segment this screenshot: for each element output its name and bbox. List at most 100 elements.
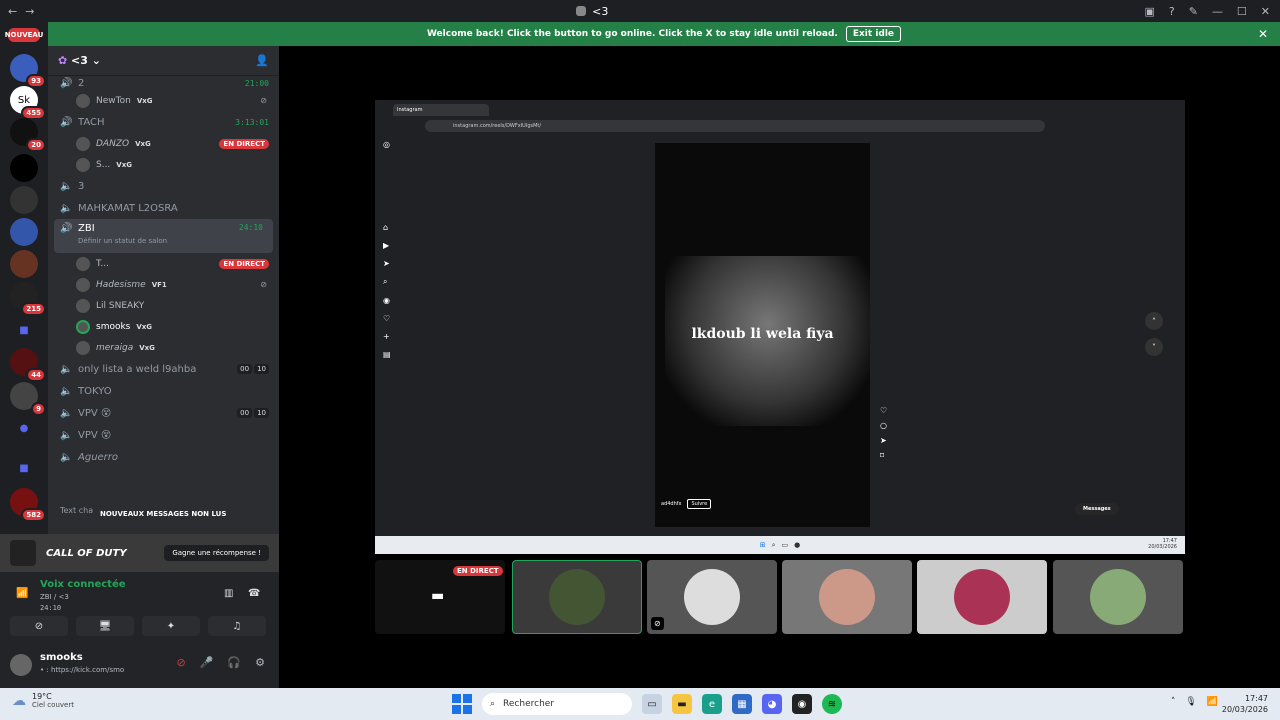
shared-screen[interactable]: Instagram instagram.com/reels/DWFxIUIgsM… xyxy=(375,100,1185,554)
voice-channel-vpv[interactable]: 🔈 VPV 😵 00 10 xyxy=(48,402,279,424)
server-icon[interactable] xyxy=(10,154,38,182)
discord-icon[interactable]: ◕ xyxy=(762,694,782,714)
server-icon[interactable]: 20 xyxy=(10,118,46,152)
back-icon[interactable]: ← xyxy=(8,5,17,18)
guild-header[interactable]: ✿ <3 ⌄ 👤 xyxy=(48,46,279,76)
voice-member[interactable]: NewTon VxG ⊘ xyxy=(48,90,279,111)
voice-connected-label[interactable]: Voix connectée xyxy=(40,579,126,590)
voice-channel-mahkamat[interactable]: 🔈 MAHKAMAT L2OSRA xyxy=(48,197,279,219)
voice-channel-vpv-2[interactable]: 🔈 VPV 😵 xyxy=(48,424,279,446)
text-channels-category[interactable]: Text cha xyxy=(60,506,93,515)
participant-tile-screen[interactable]: ▬ EN DIRECT xyxy=(375,560,505,634)
voice-channel-2[interactable]: 🔊 2 21:00 xyxy=(48,76,279,90)
browser-address-bar: instagram.com/reels/DWFxIUIgsMt/ xyxy=(425,120,1045,132)
member-tag: VxG xyxy=(116,160,132,169)
mute-off-icon[interactable]: ⊘ xyxy=(177,656,186,669)
voice-member[interactable]: Hadesisme VF1 ⊘ xyxy=(48,274,279,295)
voice-channel-only-lista[interactable]: 🔈 only lista a weld l9ahba 00 10 xyxy=(48,358,279,380)
chevron-up-icon: ˄ xyxy=(1145,312,1163,330)
participant-tile[interactable] xyxy=(917,560,1047,634)
help-icon[interactable]: ? xyxy=(1169,5,1175,18)
server-icon[interactable]: ● xyxy=(10,414,38,442)
voice-channel-3[interactable]: 🔈 3 xyxy=(48,175,279,197)
participant-tile[interactable] xyxy=(512,560,642,634)
server-icon[interactable]: 44 xyxy=(10,348,46,382)
headphones-icon[interactable]: 🎧 xyxy=(227,656,241,669)
activities-icon[interactable]: ✦ xyxy=(142,616,200,636)
voice-channel-aguerro[interactable]: 🔈 Aguerro xyxy=(48,446,279,468)
unread-badge: 215 xyxy=(21,302,46,316)
voice-channel-tach[interactable]: 🔊 TACH 3:13:01 xyxy=(48,111,279,133)
minimize-button[interactable]: — xyxy=(1212,5,1223,18)
server-icon[interactable]: 9 xyxy=(10,382,46,416)
signal-icon: 📶 xyxy=(16,588,29,599)
add-member-icon[interactable]: 👤 xyxy=(255,54,269,67)
speaker-icon: 🔊 xyxy=(60,116,73,128)
wifi-icon[interactable]: 📶 xyxy=(1207,697,1218,707)
reward-button[interactable]: Gagne une récompense ! xyxy=(164,545,269,561)
server-icon[interactable] xyxy=(10,186,38,214)
username[interactable]: smooks xyxy=(40,652,83,663)
reel-caption: lkdoub li wela fiya xyxy=(691,326,834,342)
channel-status[interactable]: Définir un statut de salon xyxy=(78,237,167,245)
exit-idle-button[interactable]: Exit idle xyxy=(845,26,902,42)
browser-tab: Instagram xyxy=(393,104,489,116)
maximize-button[interactable]: ☐ xyxy=(1237,5,1247,18)
participant-tile[interactable]: ⊘ xyxy=(647,560,777,634)
edge-icon[interactable]: e xyxy=(702,694,722,714)
soundboard-icon[interactable]: ♫ xyxy=(208,616,266,636)
participant-tile[interactable] xyxy=(782,560,912,634)
voice-member[interactable]: DANZO VxG EN DIRECT xyxy=(48,133,279,154)
taskbar-clock[interactable]: 17:47 20/03/2026 xyxy=(1222,693,1268,715)
spotify-icon[interactable]: ≋ xyxy=(822,694,842,714)
chrome-icon[interactable]: ◉ xyxy=(792,694,812,714)
avatar[interactable] xyxy=(10,654,32,676)
new-messages-pill[interactable]: NOUVEAUX MESSAGES NON LUS xyxy=(92,508,235,520)
heart-icon: ♡ xyxy=(383,314,391,323)
close-button[interactable]: ✕ xyxy=(1261,5,1270,18)
promo-banner[interactable]: CALL OF DUTY Gagne une récompense ! xyxy=(0,534,279,572)
server-icon[interactable] xyxy=(10,250,38,278)
disconnect-icon[interactable]: ☎ xyxy=(248,588,260,599)
voice-member[interactable]: S... VxG xyxy=(48,154,279,175)
participant-tile[interactable] xyxy=(1053,560,1183,634)
microphone-icon[interactable]: 🎤 xyxy=(200,656,214,669)
member-tag: VxG xyxy=(139,343,155,352)
store-icon[interactable]: ▦ xyxy=(732,694,752,714)
chevron-up-icon[interactable]: ˄ xyxy=(1171,697,1176,707)
screen-share-icon[interactable]: 🖥 xyxy=(76,616,134,636)
camera-off-icon[interactable]: ⊘ xyxy=(10,616,68,636)
channel-timer: 24:10 xyxy=(238,223,263,232)
voice-member[interactable]: Lil SNEAKY xyxy=(48,295,279,316)
folder-icon[interactable]: ■ xyxy=(10,316,38,344)
voice-member[interactable]: smooks VxG xyxy=(48,316,279,337)
server-nouveau[interactable]: NOUVEAU xyxy=(5,28,43,42)
voice-channel-zbi[interactable]: 🔊 ZBI 24:10 Définir un statut de salon xyxy=(54,219,273,253)
start-button[interactable] xyxy=(452,694,472,714)
server-icon[interactable] xyxy=(10,218,38,246)
avatar xyxy=(954,569,1010,625)
forward-icon[interactable]: → xyxy=(25,5,34,18)
settings-gear-icon[interactable]: ⚙ xyxy=(255,656,265,669)
server-icon[interactable]: Sk 455 xyxy=(10,86,46,120)
noise-suppression-icon[interactable]: ▥ xyxy=(224,588,233,599)
task-view-icon[interactable]: ▭ xyxy=(642,694,662,714)
file-explorer-icon[interactable]: ▬ xyxy=(672,694,692,714)
server-icon[interactable]: 215 xyxy=(10,282,46,316)
voice-member[interactable]: meraiga VxG xyxy=(48,337,279,358)
user-status: • : https://kick.com/smo xyxy=(40,666,125,674)
folder-icon[interactable]: ■ xyxy=(10,454,38,482)
home-icon: ⌂ xyxy=(383,223,389,232)
close-icon[interactable]: ✕ xyxy=(1258,27,1268,41)
microphone-icon[interactable]: 🎙 xyxy=(1185,697,1196,707)
channel-sidebar: ✿ <3 ⌄ 👤 🔊 2 21:00 NewTon VxG ⊘ 🔊 TACH 3:13:01… xyxy=(48,46,279,534)
weather-widget[interactable]: ☁ 19°C Ciel couvert xyxy=(12,692,74,709)
voice-member[interactable]: T... EN DIRECT xyxy=(48,253,279,274)
inbox-icon[interactable]: ▣ xyxy=(1144,5,1154,18)
unread-badge: 93 xyxy=(26,74,46,88)
server-icon[interactable]: 93 xyxy=(10,54,46,88)
voice-channel-tokyo[interactable]: 🔈 TOKYO xyxy=(48,380,279,402)
server-icon[interactable]: 582 xyxy=(10,488,46,522)
taskbar-search[interactable]: ⌕ Rechercher xyxy=(482,693,632,715)
tools-icon[interactable]: ✎ xyxy=(1189,5,1198,18)
